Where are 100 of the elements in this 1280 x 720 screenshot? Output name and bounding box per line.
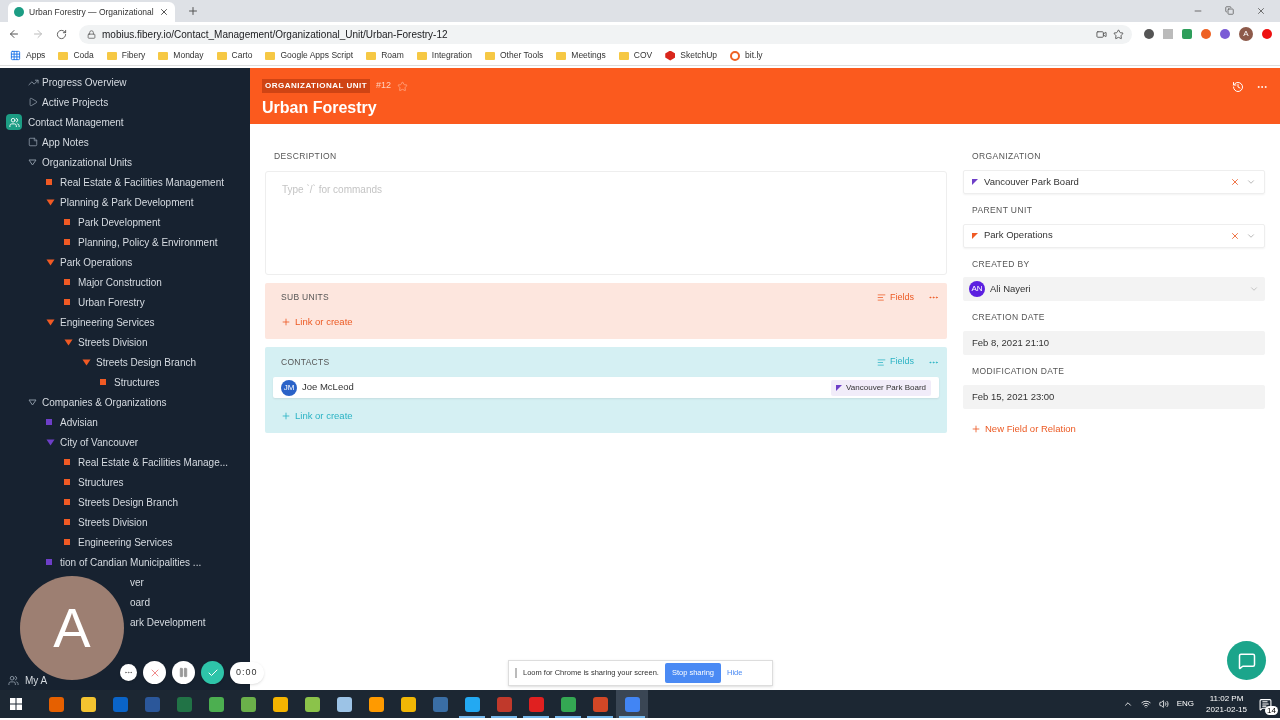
network-icon[interactable] [1140,699,1151,709]
open-indicator [619,716,645,718]
star-icon[interactable] [397,80,409,92]
sidebar-item[interactable]: Streets Division [78,334,148,350]
bitly-logo-icon [730,50,741,61]
extension-icon[interactable] [1262,29,1272,39]
sidebar-item[interactable]: Planning & Park Development [60,194,194,210]
organization-tag[interactable]: Vancouver Park Board [831,379,931,396]
sidebar-item[interactable]: Streets Division [78,514,148,530]
open-indicator [491,716,517,718]
sidebar-item[interactable]: Progress Overview [42,74,127,90]
bookmark-item[interactable]: Fibery [121,49,146,62]
sidebar-item[interactable]: oard [130,594,150,610]
expand-arrow-icon[interactable] [28,398,37,406]
bookmark-star-icon[interactable] [1113,28,1124,40]
plus-icon [971,423,981,434]
more-icon [124,668,133,677]
expand-arrow-icon[interactable] [46,318,55,326]
sidebar-item[interactable]: Urban Forestry [78,294,145,310]
sidebar-item[interactable]: Park Operations [60,254,133,270]
expand-arrow-icon[interactable] [82,358,91,366]
bookmark-item[interactable]: Integration [431,49,472,62]
date-field[interactable]: Feb 15, 2021 23:00 [963,384,1265,409]
sidebar-item[interactable]: ark Development [130,614,206,630]
expand-arrow-icon[interactable] [64,338,73,346]
flag-icon [836,384,843,391]
sidebar-item[interactable]: Real Estate & Facilities Management [60,174,224,190]
language-indicator[interactable]: ENG [1176,698,1195,710]
sidebar-item[interactable]: Engineering Services [60,314,155,330]
sidebar-item[interactable]: Park Development [78,214,161,230]
sidebar-item[interactable]: Planning, Policy & Environment [78,234,218,250]
sidebar-item[interactable]: ver [130,574,144,590]
notification-count: 14 [1265,705,1278,715]
bookmark-item[interactable]: Coda [73,49,94,62]
sidebar-item[interactable]: Organizational Units [42,154,133,170]
sidebar-item[interactable]: Advisian [60,414,98,430]
bookmark-item[interactable]: Monday [173,49,204,62]
profile-avatar[interactable]: A [1239,27,1253,41]
new-field-link[interactable]: New Field or Relation [971,421,1265,436]
sidebar-item[interactable]: Engineering Services [78,534,173,550]
expand-arrow-icon[interactable] [46,258,55,266]
clear-icon[interactable] [1230,230,1240,241]
sidebar-item[interactable]: City of Vancouver [60,434,139,450]
folder-icon [158,51,169,60]
sidebar-item[interactable]: Major Construction [78,274,162,290]
section-label: DESCRIPTION [273,150,338,163]
windows-logo-icon[interactable] [10,698,22,710]
apps-grid-icon [10,50,21,61]
sidebar-item[interactable]: Streets Design Branch [96,354,197,370]
bookmark-item[interactable]: SketchUp [680,49,718,62]
bookmark-item[interactable]: Roam [381,49,404,62]
sidebar-item[interactable]: tion of Candian Municipalities ... [60,554,202,570]
folder-icon [556,51,567,60]
address-bar[interactable]: mobius.fibery.io/Contact_Management/Organizational_Unit/Urban-Forestry-12 [79,24,1132,44]
clear-icon[interactable] [1230,176,1240,187]
folder-icon [618,51,629,60]
chevron-up-icon[interactable] [1122,699,1133,709]
sidebar-item[interactable]: Companies & Organizations [42,394,167,410]
folder-icon [265,51,276,60]
sidebar-item[interactable]: Structures [114,374,160,390]
close-icon[interactable] [158,7,169,17]
sidebar-item[interactable]: Structures [78,474,124,490]
expand-arrow-icon[interactable] [46,438,55,446]
bookmark-item[interactable]: Meetings [571,49,606,62]
history-icon[interactable] [1232,81,1244,93]
pause-icon [178,667,189,678]
bookmark-item[interactable]: Google Apps Script [280,49,354,62]
clock-time[interactable]: 11:02 PM [1209,693,1244,704]
sidebar-item[interactable]: Streets Design Branch [78,494,179,510]
bookmark-item[interactable]: Other Tools [500,49,544,62]
sidebar-item[interactable]: Contact Management [28,114,124,130]
back-icon[interactable] [8,28,20,40]
sidebar-item[interactable]: App Notes [42,134,89,150]
bookmark-item[interactable]: Carto [231,49,253,62]
expand-arrow-icon[interactable] [46,198,55,206]
sketchup-logo-icon [665,50,676,61]
date-field[interactable]: Feb 8, 2021 21:10 [963,331,1265,355]
reload-icon[interactable] [56,28,67,40]
clock-date[interactable]: 2021-02-15 [1206,704,1247,715]
new-tab-icon[interactable] [186,5,199,17]
relation-field[interactable]: Park Operations [963,223,1265,248]
taskbar-app-button[interactable] [616,690,648,718]
field-label: CREATION DATE [971,311,1046,324]
sidebar-item[interactable]: Real Estate & Facilities Manage... [78,454,229,470]
folder-icon [416,51,427,60]
chat-button[interactable] [1227,641,1266,680]
relation-field[interactable]: Vancouver Park Board [963,169,1265,194]
bookmark-item[interactable]: COV [633,49,653,62]
close-icon[interactable] [1256,6,1266,16]
sidebar-item[interactable]: Active Projects [42,94,109,110]
camera-icon[interactable] [1096,28,1107,40]
contact-row[interactable]: JM Joe McLeod Vancouver Park Board [273,377,939,398]
expand-arrow-icon[interactable] [28,158,37,166]
bookmark-item[interactable]: Apps [26,49,46,62]
people-icon [8,674,19,686]
user-field[interactable]: AN Ali Nayeri [963,277,1265,302]
bookmark-item[interactable]: bit.ly [745,49,763,62]
volume-icon[interactable] [1158,699,1169,709]
browser-tab[interactable]: Urban Forestry — Organizational [8,2,175,22]
folder-icon [58,51,69,60]
